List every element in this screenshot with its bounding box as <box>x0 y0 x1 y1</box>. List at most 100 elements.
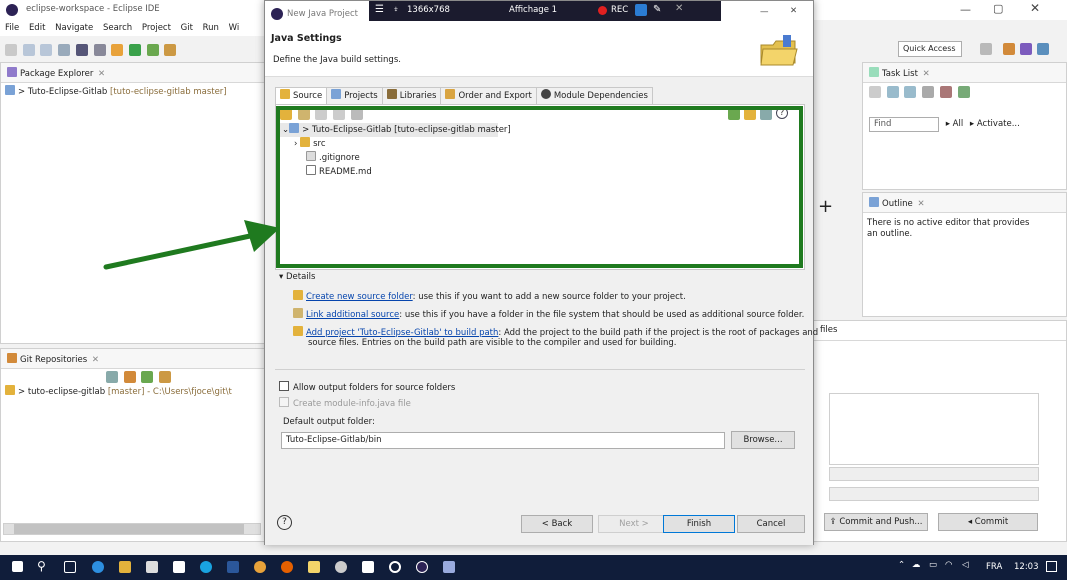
sync-icon[interactable] <box>957 86 970 98</box>
wifi-icon[interactable]: ◠ <box>945 560 952 570</box>
language-indicator[interactable]: FRA <box>986 562 1002 572</box>
recorder-rec-label[interactable]: REC <box>611 5 628 15</box>
menu-file[interactable]: File <box>5 23 19 33</box>
menu-project[interactable]: Project <box>142 23 171 33</box>
add-project-build-path-link[interactable]: Add project 'Tuto-Eclipse-Gitlab' to bui… <box>306 328 498 338</box>
add-repo-icon[interactable] <box>141 371 154 383</box>
menu-edit[interactable]: Edit <box>29 23 45 33</box>
new-task-icon[interactable] <box>869 86 881 98</box>
menu-window[interactable]: Wi <box>229 23 240 33</box>
eclipse-app-icon[interactable] <box>416 561 428 573</box>
collapse-all-icon[interactable] <box>939 86 952 98</box>
coverage-icon[interactable] <box>146 43 159 56</box>
close-view-icon[interactable]: ✕ <box>923 69 930 79</box>
debug-icon[interactable] <box>111 43 124 56</box>
task-view-icon[interactable] <box>64 561 76 573</box>
camera-icon[interactable] <box>635 4 647 16</box>
commit-button[interactable]: ◂ Commit <box>938 513 1038 531</box>
all-link[interactable]: ▸ All <box>946 119 964 129</box>
next-button[interactable]: Next > <box>598 515 670 533</box>
close-view-icon[interactable]: ✕ <box>917 199 924 209</box>
menu-search[interactable]: Search <box>103 23 132 33</box>
dialog-close-icon[interactable]: ✕ <box>790 6 797 16</box>
menu-icon[interactable]: ☰ <box>375 4 384 15</box>
tab-projects[interactable]: Projects <box>326 87 383 105</box>
tab-libraries[interactable]: Libraries <box>381 87 442 105</box>
save-icon[interactable] <box>22 43 35 56</box>
link-icon[interactable] <box>123 371 136 383</box>
file-explorer-icon[interactable] <box>119 561 131 573</box>
commit-and-push-button[interactable]: ⇪ Commit and Push... <box>824 513 928 531</box>
photos-icon[interactable] <box>443 561 455 573</box>
store-icon[interactable] <box>146 561 158 573</box>
tab-source[interactable]: Source <box>275 87 328 105</box>
close-view-icon[interactable]: ✕ <box>92 355 99 365</box>
browse-button[interactable]: Browse... <box>731 431 795 449</box>
skip-breakpoints-icon[interactable] <box>93 43 106 56</box>
tab-module-dependencies[interactable]: Module Dependencies <box>535 87 653 105</box>
menu-git[interactable]: Git <box>181 23 193 33</box>
tray-chevron-up-icon[interactable]: ⌃ <box>898 560 905 570</box>
collapse-icon[interactable] <box>106 371 118 383</box>
save-all-icon[interactable] <box>40 43 53 56</box>
pin-icon[interactable]: ⍖ <box>393 4 399 15</box>
debug-perspective-icon[interactable] <box>1037 43 1049 55</box>
windows-start-icon[interactable] <box>12 561 23 572</box>
external-tools-icon[interactable] <box>164 43 177 56</box>
horizontal-scrollbar[interactable] <box>3 523 261 535</box>
print-icon[interactable] <box>58 43 71 56</box>
skype-icon[interactable] <box>200 561 212 573</box>
activate-link[interactable]: ▸ Activate... <box>970 119 1020 129</box>
cancel-button[interactable]: Cancel <box>737 515 805 533</box>
finish-button[interactable]: Finish <box>663 515 735 533</box>
categorize-icon[interactable] <box>886 86 899 98</box>
commit-message-area[interactable] <box>829 393 1039 465</box>
git-perspective-icon[interactable] <box>1003 43 1015 55</box>
dialog-minimize-icon[interactable]: — <box>760 7 769 17</box>
menu-run[interactable]: Run <box>203 23 219 33</box>
app-icon[interactable] <box>362 561 374 573</box>
schedule-icon[interactable] <box>904 86 917 98</box>
clone-icon[interactable] <box>159 371 172 383</box>
create-module-checkbox[interactable]: Create module-info.java file <box>279 397 411 409</box>
clock[interactable]: 12:03 <box>1014 562 1039 572</box>
back-button[interactable]: < Back <box>521 515 593 533</box>
pen-icon[interactable]: ✎ <box>653 4 661 15</box>
focus-icon[interactable] <box>922 86 935 98</box>
chrome-icon[interactable] <box>254 561 266 573</box>
java-perspective-icon[interactable] <box>1020 43 1032 55</box>
maximize-icon[interactable]: ▢ <box>993 2 1003 15</box>
new-icon[interactable] <box>5 43 17 56</box>
terminal-icon[interactable] <box>75 43 88 56</box>
word-icon[interactable] <box>227 561 239 573</box>
recorder-app-icon[interactable] <box>389 561 401 573</box>
recorder-close-icon[interactable]: ✕ <box>675 3 683 14</box>
minimize-icon[interactable]: — <box>960 3 971 16</box>
quick-access-field[interactable]: Quick Access <box>898 41 962 57</box>
tab-order-and-export[interactable]: Order and Export <box>440 87 537 105</box>
settings-icon[interactable] <box>335 561 347 573</box>
git-repo-item[interactable]: > tuto-eclipse-gitlab [master] - C:\User… <box>1 385 264 399</box>
default-output-input[interactable]: Tuto-Eclipse-Gitlab/bin <box>281 432 725 449</box>
menu-navigate[interactable]: Navigate <box>55 23 93 33</box>
search-icon[interactable]: ⚲ <box>37 559 46 573</box>
task-find-input[interactable]: Find <box>869 117 939 132</box>
link-additional-source-link[interactable]: Link additional source <box>306 310 399 320</box>
firefox-icon[interactable] <box>281 561 293 573</box>
run-icon[interactable] <box>128 43 141 56</box>
committer-field[interactable] <box>829 487 1039 501</box>
close-icon[interactable]: ✕ <box>1030 1 1040 15</box>
help-circle-icon[interactable]: ? <box>277 515 292 530</box>
allow-output-checkbox[interactable]: Allow output folders for source folders <box>279 381 455 393</box>
mail-icon[interactable] <box>173 561 185 573</box>
package-explorer-item[interactable]: > Tuto-Eclipse-Gitlab [tuto-eclipse-gitl… <box>1 83 264 97</box>
open-perspective-icon[interactable] <box>980 43 992 55</box>
notes-icon[interactable] <box>308 561 320 573</box>
close-view-icon[interactable]: ✕ <box>98 69 105 79</box>
notifications-icon[interactable] <box>1046 561 1057 572</box>
create-source-folder-link[interactable]: Create new source folder <box>306 292 413 302</box>
edge-icon[interactable] <box>92 561 104 573</box>
author-field[interactable] <box>829 467 1039 481</box>
battery-icon[interactable]: ▭ <box>929 560 937 570</box>
volume-icon[interactable]: ◁ <box>962 560 969 570</box>
